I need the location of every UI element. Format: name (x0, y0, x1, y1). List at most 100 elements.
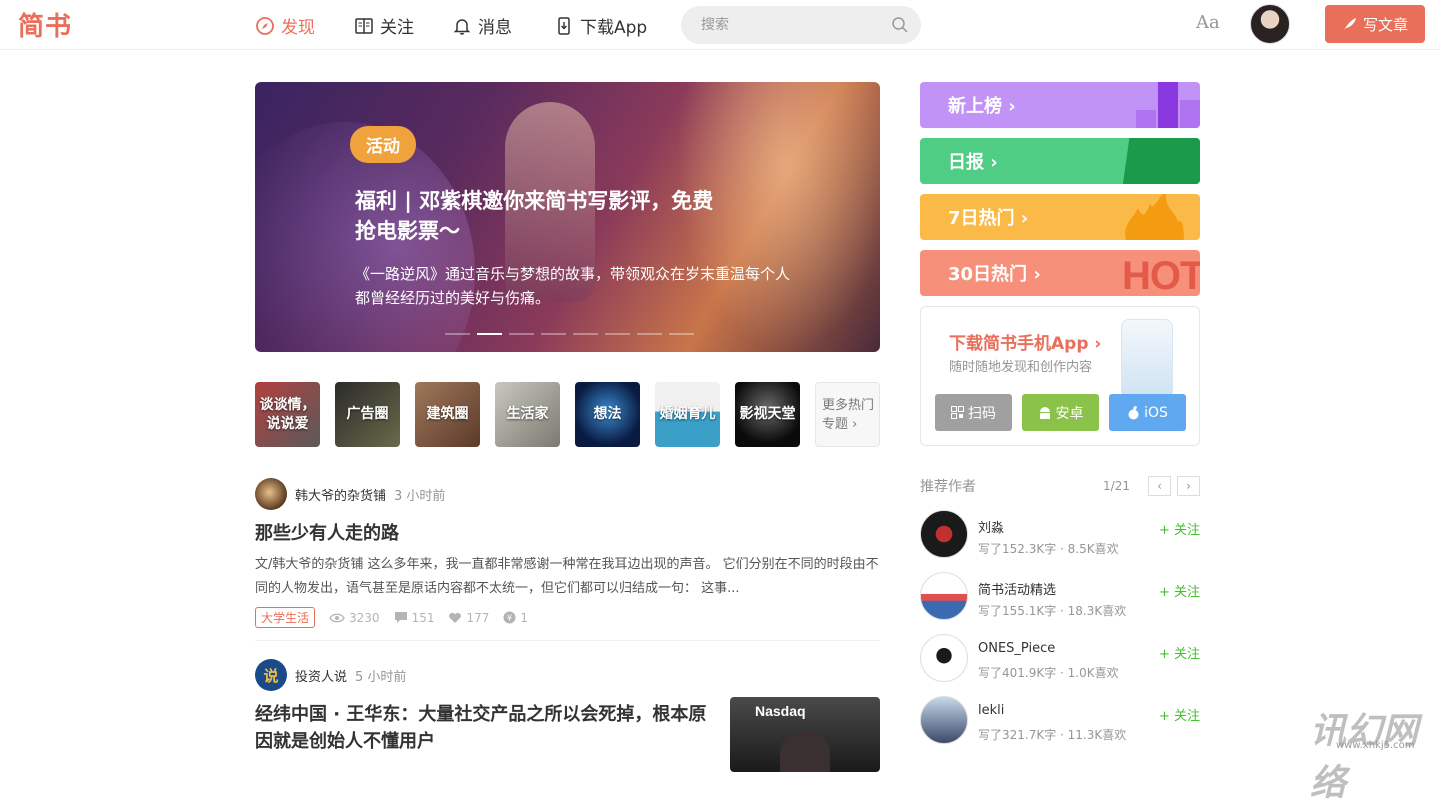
topic-love[interactable]: 谈谈情，说说爱 (255, 382, 320, 447)
user-avatar[interactable] (1250, 4, 1290, 44)
author-name[interactable]: lekli (978, 703, 1004, 718)
compass-icon (256, 16, 274, 35)
topic-label: 影视天堂 (739, 406, 796, 422)
article-title[interactable]: 那些少有人走的路 (255, 520, 880, 547)
comment-icon (394, 612, 407, 623)
carousel-dot[interactable] (605, 333, 630, 335)
nav-discover[interactable]: 发现 (255, 13, 315, 38)
svg-text:¥: ¥ (507, 614, 512, 623)
topic-label: 想法 (593, 406, 622, 422)
carousel-dot[interactable] (637, 333, 662, 335)
recommend-pager: 1/21 ‹ › (1103, 476, 1200, 496)
bar-graphic (1158, 82, 1178, 128)
topic-marriage[interactable]: 婚姻育儿 (655, 382, 720, 447)
carousel-dot[interactable] (541, 333, 566, 335)
carousel-dot[interactable] (509, 333, 534, 335)
nav-messages-label: 消息 (478, 18, 512, 38)
qrcode-button[interactable]: 扫码 (935, 394, 1012, 431)
author-stats: 写了401.9K字 · 1.0K喜欢 (978, 666, 1119, 680)
newspaper-graphic (1122, 138, 1200, 184)
carousel-dot[interactable] (445, 333, 470, 335)
coin-icon: ¥ (503, 611, 516, 624)
qrcode-icon (951, 406, 964, 419)
topic-advertising[interactable]: 广告圈 (335, 382, 400, 447)
android-label: 安卓 (1055, 405, 1084, 422)
comments-count[interactable]: 151 (394, 611, 434, 625)
banner-carousel[interactable]: 活动 福利 | 邓紫棋邀你来简书写影评，免费抢电影票～ 《一路逆风》通过音乐与梦… (255, 82, 880, 352)
author-avatar[interactable] (920, 510, 968, 558)
board-new[interactable]: 新上榜 › (920, 82, 1200, 128)
top-navbar: 简书 发现 关注 消息 下载App Aa 写文章 (0, 0, 1440, 50)
board-label: 日报 › (948, 152, 998, 173)
hot-topics: 谈谈情，说说爱 广告圈 建筑圈 生活家 想法 婚姻育儿 影视天堂 更多热门专题 … (255, 382, 880, 447)
author-name[interactable]: 韩大爷的杂货铺 (295, 485, 386, 504)
views-value: 3230 (349, 610, 380, 625)
carousel-dot[interactable] (573, 333, 598, 335)
carousel-dot-active[interactable] (477, 333, 502, 335)
board-daily[interactable]: 日报 › (920, 138, 1200, 184)
bar-graphic (1180, 100, 1200, 128)
likes-value: 177 (466, 610, 490, 625)
author-avatar[interactable] (920, 572, 968, 620)
carousel-dot[interactable] (669, 333, 694, 335)
download-buttons: 扫码 安卓 iOS (935, 394, 1186, 431)
flame-icon (1125, 194, 1184, 240)
phone-icon (558, 16, 570, 35)
prev-page-button[interactable]: ‹ (1148, 476, 1171, 496)
article-divider (255, 640, 880, 641)
ios-button[interactable]: iOS (1109, 394, 1186, 431)
nav-follow[interactable]: 关注 (354, 13, 414, 38)
topic-ideas[interactable]: 想法 (575, 382, 640, 447)
follow-button[interactable]: + 关注 (1159, 705, 1200, 724)
topic-architecture[interactable]: 建筑圈 (415, 382, 480, 447)
nav-download-app[interactable]: 下载App (554, 13, 647, 38)
banner-title: 福利 | 邓紫棋邀你来简书写影评，免费抢电影票～ (355, 189, 714, 243)
board-monthly-hot[interactable]: 30日热门 › HOT (920, 250, 1200, 296)
recommended-author: ONES_Piece 写了401.9K字 · 1.0K喜欢 + 关注 (920, 634, 1200, 682)
author-avatar[interactable] (920, 696, 968, 744)
download-title[interactable]: 下载简书手机App › (949, 329, 1101, 354)
collection-tag[interactable]: 大学生活 (255, 607, 316, 628)
author-name[interactable]: 简书活动精选 (978, 579, 1056, 598)
follow-button[interactable]: + 关注 (1159, 581, 1200, 600)
feather-icon (1343, 18, 1356, 30)
board-label: 7日热门 › (948, 208, 1029, 229)
author-avatar[interactable] (920, 634, 968, 682)
topic-film[interactable]: 影视天堂 (735, 382, 800, 447)
search-box (681, 6, 921, 44)
topic-life[interactable]: 生活家 (495, 382, 560, 447)
nav-discover-label: 发现 (281, 18, 315, 38)
watermark-site: www.xhkj5.com (1336, 740, 1415, 751)
board-weekly-hot[interactable]: 7日热门 › (920, 194, 1200, 240)
article-title[interactable]: 经纬中国 · 王华东：大量社交产品之所以会死掉，根本原因就是创始人不懂用户 (255, 701, 715, 755)
author-avatar[interactable]: 说 (255, 659, 287, 691)
article-item: 说 投资人说 5 小时前 经纬中国 · 王华东：大量社交产品之所以会死掉，根本原… (255, 659, 715, 755)
download-app-card[interactable]: 下载简书手机App › 随时随地发现和创作内容 扫码 安卓 iOS (920, 306, 1200, 446)
author-avatar[interactable] (255, 478, 287, 510)
topic-label: 建筑圈 (426, 406, 469, 422)
author-stats: 写了321.7K字 · 11.3K喜欢 (978, 728, 1127, 742)
download-subtitle: 随时随地发现和创作内容 (949, 360, 1093, 375)
android-button[interactable]: 安卓 (1022, 394, 1099, 431)
topic-label: 谈谈情，说说爱 (259, 396, 316, 432)
more-topics-link[interactable]: 更多热门专题 › (815, 382, 880, 447)
article-thumbnail[interactable]: Nasdaq (730, 697, 880, 772)
search-icon[interactable] (891, 16, 909, 34)
follow-button[interactable]: + 关注 (1159, 643, 1200, 662)
next-page-button[interactable]: › (1177, 476, 1200, 496)
chevron-left-icon: ‹ (1157, 479, 1162, 493)
search-input[interactable] (701, 17, 891, 33)
font-setting-button[interactable]: Aa (1196, 12, 1220, 33)
author-name[interactable]: ONES_Piece (978, 641, 1055, 656)
write-article-button[interactable]: 写文章 (1325, 5, 1425, 43)
post-time: 5 小时前 (355, 669, 407, 685)
board-label: 新上榜 › (948, 96, 1016, 117)
apple-icon (1128, 405, 1139, 419)
watermark-text: 讯幻网络 (1310, 711, 1419, 804)
more-topics-label: 更多热门专题 › (822, 397, 875, 432)
nav-messages[interactable]: 消息 (452, 13, 512, 38)
follow-button[interactable]: + 关注 (1159, 519, 1200, 538)
author-name[interactable]: 刘淼 (978, 517, 1004, 536)
author-name[interactable]: 投资人说 (295, 666, 347, 685)
logo[interactable]: 简书 (18, 6, 72, 43)
